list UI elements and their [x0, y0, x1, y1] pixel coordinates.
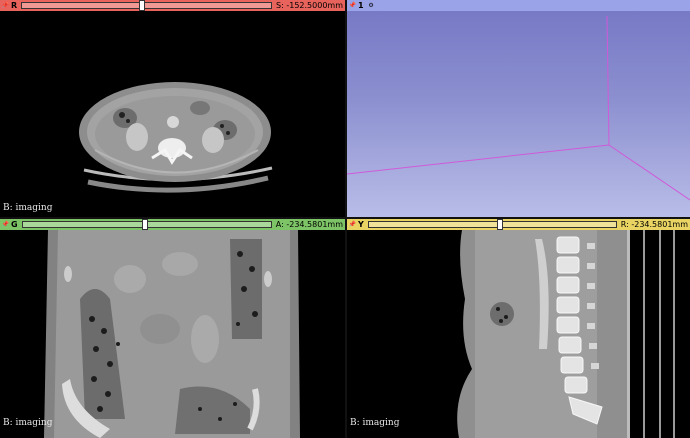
three-d-view[interactable]: 📌 1 ⚙ — [347, 0, 690, 217]
axial-ct-image — [0, 11, 345, 217]
slider-handle-green[interactable] — [141, 219, 148, 230]
pin-icon[interactable]: 📌 — [349, 2, 356, 9]
volume-label-green: B: imaging — [3, 418, 53, 428]
slice-offset-slider-green[interactable] — [21, 219, 272, 230]
red-slice-controller: 📌 R S: -152.5000mm — [0, 0, 345, 11]
bounding-box-outline — [347, 15, 690, 201]
green-slice-view[interactable]: 📌 G A: -234.5801mm B: imaging — [0, 219, 345, 438]
three-d-controller: 📌 1 ⚙ — [347, 0, 690, 11]
slice-offset-value-red: S: -152.5000mm — [276, 1, 343, 10]
volume-label-red: B: imaging — [3, 203, 53, 213]
views-icon[interactable]: ⚙ — [368, 2, 375, 9]
yellow-slice-controller: 📌 Y R: -234.5801mm — [347, 219, 690, 230]
view-label-yellow: Y — [358, 220, 364, 229]
slider-handle-yellow[interactable] — [497, 219, 504, 230]
red-slice-view[interactable]: 📌 R S: -152.5000mm B: imaging — [0, 0, 345, 217]
slice-offset-slider-yellow[interactable] — [367, 219, 617, 230]
slice-offset-value-yellow: R: -234.5801mm — [620, 220, 688, 229]
slice-offset-value-green: A: -234.5801mm — [275, 220, 343, 229]
view-label-green: G — [11, 220, 18, 229]
view-label-3d: 1 — [358, 1, 364, 10]
sagittal-ct-image — [347, 230, 690, 438]
yellow-slice-view[interactable]: 📌 Y R: -234.5801mm B: imaging — [347, 219, 690, 438]
pin-icon[interactable]: 📌 — [2, 221, 9, 228]
pin-icon[interactable]: 📌 — [2, 2, 9, 9]
slice-offset-slider-red[interactable] — [21, 0, 273, 11]
coronal-ct-image — [0, 230, 345, 438]
slider-handle-red[interactable] — [139, 0, 146, 11]
volume-label-yellow: B: imaging — [350, 418, 400, 428]
green-slice-controller: 📌 G A: -234.5801mm — [0, 219, 345, 230]
pin-icon[interactable]: 📌 — [349, 221, 356, 228]
slice-viewer-layout: 📌 R S: -152.5000mm B: imaging 📌 1 ⚙ 📌 G … — [0, 0, 690, 438]
view-label-red: R — [11, 1, 18, 10]
